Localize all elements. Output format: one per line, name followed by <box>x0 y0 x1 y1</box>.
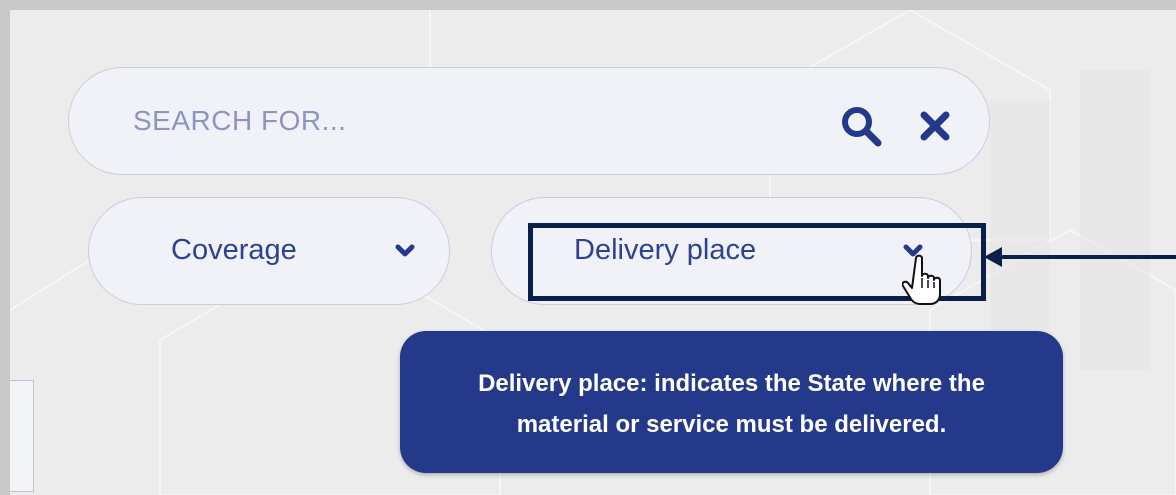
delivery-place-select[interactable]: Delivery place <box>491 197 972 305</box>
search-icon[interactable] <box>839 104 883 148</box>
app-frame: Coverage Delivery place Delivery place: … <box>10 10 1176 495</box>
coverage-select[interactable]: Coverage <box>88 197 450 305</box>
close-icon[interactable] <box>917 108 953 144</box>
search-bar <box>68 67 990 175</box>
hand-pointer-icon <box>902 254 941 305</box>
coverage-select-label: Coverage <box>171 234 297 266</box>
tooltip-text-line-1: Delivery place: indicates the State wher… <box>478 370 985 397</box>
arrow-left-icon <box>984 247 1176 267</box>
delivery-place-tooltip: Delivery place: indicates the State wher… <box>400 331 1063 473</box>
chevron-down-icon <box>395 244 415 257</box>
side-panel-edge <box>10 380 34 492</box>
delivery-place-select-label: Delivery place <box>574 234 757 266</box>
tooltip-text-line-2: material or service must be delivered. <box>516 411 947 438</box>
search-input[interactable] <box>133 98 753 144</box>
